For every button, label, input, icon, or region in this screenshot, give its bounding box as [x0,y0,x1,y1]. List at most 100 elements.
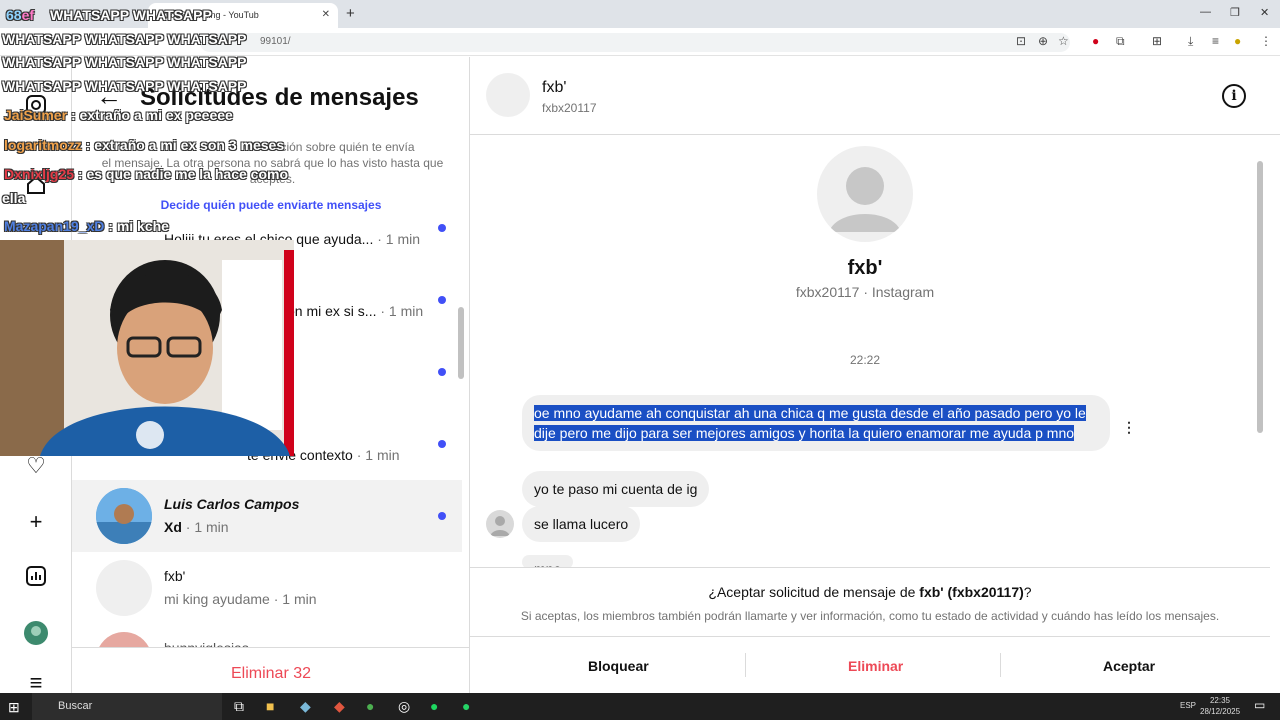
window-close-button[interactable]: ✕ [1260,6,1269,19]
zoom-icon[interactable]: ⊕ [1038,34,1048,48]
banner-line: WHATSAPP WHATSAPP WHATSAPP [2,78,247,94]
request-actions: Bloquear Eliminar Aceptar [470,636,1270,694]
profile-subtitle: fxbx20117 · Instagram [795,284,935,300]
accept-request-area: ¿Aceptar solicitud de mensaje de fxb' (f… [470,567,1270,693]
message-bubble[interactable]: yo te paso mi cuenta de ig [522,471,710,507]
tab-close-icon[interactable]: ✕ [322,9,330,20]
accept-button[interactable]: Aceptar [1103,658,1155,674]
download-icon[interactable]: ⤓ [1188,34,1193,49]
accept-question: ¿Aceptar solicitud de mensaje de fxb' (f… [470,584,1270,600]
info-icon[interactable]: i [1222,84,1246,108]
avatar [96,560,152,616]
profile-icon[interactable] [22,620,50,648]
request-snippet: on mi ex si s... [287,303,377,319]
accept-question-prefix: ¿Aceptar solicitud de mensaje de [708,584,920,600]
unread-dot [438,224,446,232]
unread-dot [438,296,446,304]
install-icon[interactable]: ⊡ [1016,34,1026,48]
message-bubble[interactable]: oe mno ayudame ah conquistar ah una chic… [522,395,1110,451]
block-button[interactable]: Bloquear [588,658,649,674]
stream-counter: 68ef [6,7,34,23]
clock-date: 28/12/2025 [1200,707,1241,716]
chat-username: logaritmozz [4,137,82,153]
request-name: fxb' [164,568,186,584]
task-view-icon[interactable]: ⧉ [234,698,244,715]
stream-chat-message: ella [2,190,26,206]
chat-pane: fxb' fxbx20117 i fxb' fxbx20117 · Instag… [470,57,1280,693]
reading-list-icon[interactable]: ≡ [1212,34,1219,48]
stream-counter-prefix: 68 [6,7,22,23]
request-snippet: Xd [164,519,182,535]
delete-button[interactable]: Eliminar [848,658,903,674]
dashboard-icon[interactable] [22,564,50,592]
avatar [96,632,152,647]
profile-avatar[interactable] [817,146,913,242]
chat-contact-username: fxbx20117 [542,101,597,115]
message-bubble[interactable]: se llama lucero [522,506,641,542]
request-row[interactable]: bunnyiglesias [72,624,462,647]
minimize-button[interactable]: — [1200,6,1211,18]
accept-note: Si aceptas, los miembros también podrán … [520,609,1220,623]
webcam-overlay [0,240,294,456]
request-name: Luis Carlos Campos [164,496,300,512]
file-explorer-icon[interactable]: ■ [266,698,274,714]
windows-start-icon[interactable]: ⊞ [8,699,20,716]
request-snippet: mi king ayudame [164,591,270,607]
avatar[interactable] [486,73,530,117]
extension-icon[interactable]: ● [1092,34,1099,48]
bookmark-star-icon[interactable]: ☆ [1058,34,1069,48]
taskbar-search-label: Buscar [58,700,93,712]
url-field[interactable]: 99101/ [200,33,1070,52]
notification-icon[interactable]: ▭ [1254,698,1265,712]
chat-text: : mi kche [108,218,169,234]
extensions-puzzle-icon[interactable]: ⧉ [1116,34,1125,49]
chat-username: Dxnixljg25 [4,166,75,182]
app-icon[interactable]: ◆ [334,698,345,715]
browser-menu-icon[interactable]: ⋮ [1260,34,1272,48]
stream-chat-message: Dxnixljg25 : es que nadie me la hace com… [4,166,288,182]
chrome-icon[interactable]: ● [366,698,374,714]
chat-contact-name[interactable]: fxb' [542,79,566,97]
stream-chat-message: JaiSumer : extraño a mi ex peeeee [4,107,233,123]
requests-scrollbar[interactable] [458,307,464,379]
profile-avatar-icon[interactable]: ● [1234,34,1241,48]
chat-scrollbar[interactable] [1257,161,1263,433]
app-icon[interactable]: ◆ [300,698,311,715]
stream-chat-message: Mazapan19_xD : mi kche [4,218,169,234]
create-plus-icon[interactable]: + [22,508,50,536]
url-text: 99101/ [260,36,291,47]
request-time: · 1 min [273,591,317,607]
request-row[interactable]: Luis Carlos Campos Xd · 1 min [72,480,462,552]
media-icon[interactable]: ⊞ [1152,34,1162,48]
request-time: · 1 min [185,519,229,535]
stream-counter-suffix: ef [21,7,35,23]
restore-button[interactable]: ❐ [1230,6,1240,19]
new-tab-button[interactable]: + [346,5,355,22]
taskbar-clock[interactable]: 22:35 28/12/2025 [1200,695,1240,717]
divider [1000,653,1001,677]
message-text: oe mno ayudame ah conquistar ah una chic… [534,405,1086,441]
stream-chat-message: logaritmozz : extraño a mi ex son 3 mese… [4,137,284,153]
notifications-heart-icon[interactable]: ♡ [22,452,50,480]
chat-text: : es que nadie me la hace como [77,166,288,182]
whatsapp-icon[interactable]: ● [462,698,470,714]
chat-text: : extraño a mi ex son 3 meses [85,137,285,153]
language-indicator[interactable]: ESP [1180,701,1196,710]
chat-username: Mazapan19_xD [4,218,105,234]
avatar [486,510,514,538]
unread-dot [438,512,446,520]
spotify-icon[interactable]: ● [430,698,438,714]
unread-dot [438,368,446,376]
accept-question-suffix: ? [1023,584,1032,600]
chat-text: : extraño a mi ex peeeee [70,107,233,123]
banner-line: WHATSAPP WHATSAPP WHATSAPP [2,31,247,47]
accept-question-name: fxb' (fxbx20117) [919,584,1024,600]
request-time: · 1 min [377,231,421,247]
app-icon[interactable]: ◎ [398,698,410,715]
delete-all-button[interactable]: Eliminar 32 [72,647,470,693]
clock-time: 22:35 [1209,696,1231,705]
request-row[interactable]: fxb' mi king ayudame · 1 min [72,552,462,624]
unread-dot [438,440,446,448]
more-options-icon[interactable]: ⋮ [1122,419,1136,436]
taskbar-search[interactable]: Buscar [32,693,222,720]
